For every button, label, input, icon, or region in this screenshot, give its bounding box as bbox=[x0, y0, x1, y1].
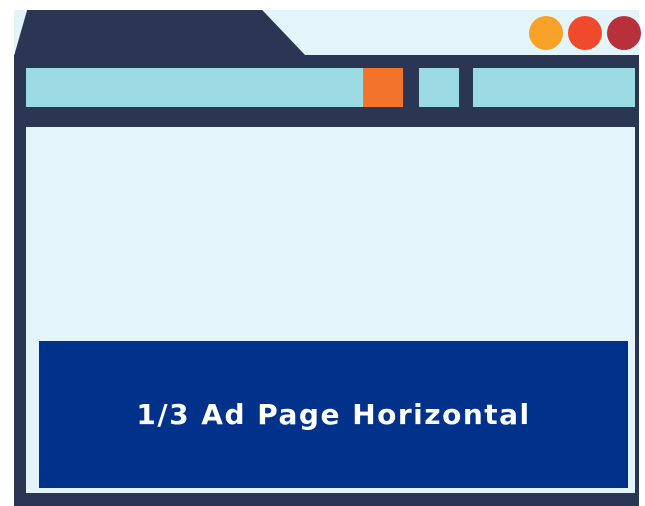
ad-label: 1/3 Ad Page Horizontal bbox=[136, 398, 531, 431]
window-control-dot-orange bbox=[529, 16, 563, 50]
browser-window-illustration: 1/3 Ad Page Horizontal bbox=[0, 0, 645, 506]
browser-tab bbox=[14, 10, 306, 56]
address-bar bbox=[26, 68, 363, 107]
window-control-dot-red bbox=[568, 16, 602, 50]
address-bar-orange-button bbox=[363, 68, 403, 107]
window-control-dot-dark-red bbox=[607, 16, 641, 50]
address-bar-right-field bbox=[473, 68, 635, 107]
address-bar-small-button bbox=[419, 68, 459, 107]
horizontal-ad-block: 1/3 Ad Page Horizontal bbox=[39, 341, 628, 488]
